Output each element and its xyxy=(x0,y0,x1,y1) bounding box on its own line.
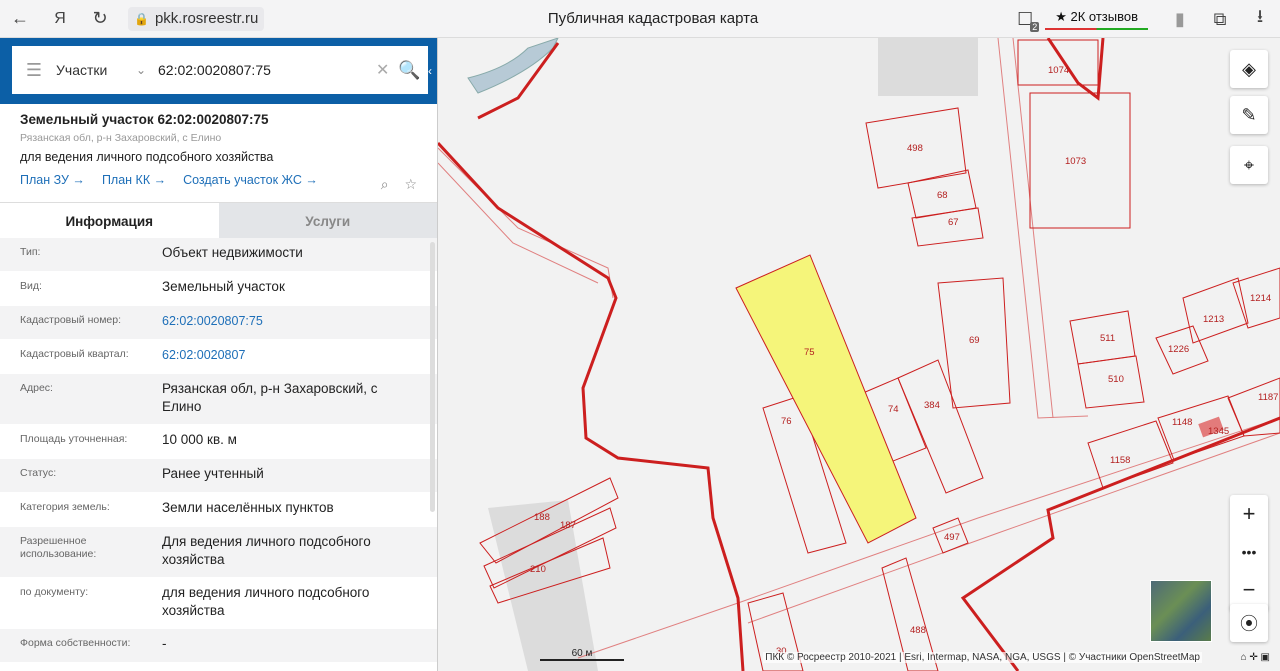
attribution-icons: ⌂ ✛ ▣ xyxy=(1240,652,1270,663)
river-shape xyxy=(467,38,559,94)
parcel-label: 1187 xyxy=(1258,392,1278,403)
property-row: по документу: для ведения личного подсобн… xyxy=(0,578,437,629)
layers-icon[interactable]: ◈ xyxy=(1230,50,1268,88)
compass-icon[interactable]: ⦿ xyxy=(1230,604,1268,642)
reviews-badge[interactable]: ★ 2К отзывов xyxy=(1045,8,1148,30)
extensions-icon[interactable]: ⧉ xyxy=(1200,0,1240,38)
star-icon[interactable]: ☆ xyxy=(404,176,417,192)
search-area: ☰ Участки ⌄ 62:02:0020807:75 ✕ 🔍 ‹ xyxy=(0,38,437,104)
bookmark-icon[interactable]: ▮ xyxy=(1160,0,1200,38)
back-arrow-icon[interactable]: ← xyxy=(0,0,40,38)
parcel-label: 75 xyxy=(804,347,815,358)
search-type-select[interactable]: Участки xyxy=(56,62,136,78)
basemap-switcher[interactable] xyxy=(1150,580,1212,642)
building-area xyxy=(878,38,978,96)
parcel-label: 497 xyxy=(944,532,960,543)
parcel-label: 488 xyxy=(910,625,926,636)
browser-toolbar: ← Я ↻ 🔒 pkk.rosreestr.ru Публичная кадас… xyxy=(0,0,1280,38)
zoom-to-object-icon[interactable]: ⌕ xyxy=(381,176,389,192)
object-links: План ЗУ → План КК → Создать участок ЖС → xyxy=(20,173,417,187)
collapse-panel-icon[interactable]: ‹ xyxy=(423,38,437,104)
hamburger-menu-icon[interactable]: ☰ xyxy=(12,60,56,81)
download-icon[interactable]: ⭳ xyxy=(1240,0,1280,38)
info-panel: ☰ Участки ⌄ 62:02:0020807:75 ✕ 🔍 ‹ Земел… xyxy=(0,38,438,671)
building-area xyxy=(488,500,598,671)
search-box: ☰ Участки ⌄ 62:02:0020807:75 ✕ 🔍 xyxy=(12,46,428,94)
lock-icon: 🔒 xyxy=(134,11,149,26)
parcel-label: 510 xyxy=(1108,374,1124,385)
plan-zu-link[interactable]: План ЗУ → xyxy=(20,173,85,187)
parcel-label: 68 xyxy=(937,190,948,201)
property-row: Форма собственности: - xyxy=(0,629,437,663)
parcel-label: 1158 xyxy=(1110,455,1130,466)
parcel-label: 1214 xyxy=(1250,293,1271,304)
property-row: Кадастровый номер: 62:02:0020807:75 xyxy=(0,306,437,340)
property-row: Тип: Объект недвижимости xyxy=(0,238,437,272)
property-row: Площадь уточненная: 10 000 кв. м xyxy=(0,425,437,459)
parcel-label: 1073 xyxy=(1065,156,1086,167)
parcel-label: 1148 xyxy=(1172,417,1192,428)
parcel-label: 1213 xyxy=(1203,314,1224,325)
more-options-icon[interactable]: ••• xyxy=(1230,533,1268,571)
ruler-icon[interactable]: ✎ xyxy=(1230,96,1268,134)
object-header: Земельный участок 62:02:0020807:75 Рязан… xyxy=(0,104,437,202)
parcel-label: 1226 xyxy=(1168,344,1189,355)
create-parcel-link[interactable]: Создать участок ЖС → xyxy=(183,173,318,187)
yandex-icon[interactable]: Я xyxy=(40,0,80,38)
property-row: Статус: Ранее учтенный xyxy=(0,459,437,493)
parcel-label: 76 xyxy=(781,416,792,427)
parcel-labels: 1074 498 68 67 1073 75 69 511 510 1213 1… xyxy=(530,65,1278,657)
clear-icon[interactable]: ✕ xyxy=(376,60,398,80)
parcel-outlines xyxy=(479,39,1280,671)
address-bar[interactable]: 🔒 pkk.rosreestr.ru xyxy=(128,6,265,31)
object-purpose: для ведения личного подсобного хозяйства xyxy=(20,150,274,164)
property-row: Вид: Земельный участок xyxy=(0,272,437,306)
parcel-label: 74 xyxy=(888,404,899,415)
parcel-label: 1345 xyxy=(1208,426,1229,437)
parcel-label: 498 xyxy=(907,143,923,154)
tabs-icon[interactable]: ☐ 2 xyxy=(1005,0,1045,38)
parcel-label: 67 xyxy=(948,217,959,228)
parcel-label: 384 xyxy=(924,400,940,411)
tab-services[interactable]: Услуги xyxy=(218,203,437,239)
zoom-in-button[interactable]: + xyxy=(1230,495,1268,533)
chevron-down-icon[interactable]: ⌄ xyxy=(136,63,158,77)
property-row: Кадастровый квартал: 62:02:0020807 xyxy=(0,340,437,374)
parcel-label: 1074 xyxy=(1048,65,1069,76)
property-row: Адрес: Рязанская обл, р-н Захаровский, с … xyxy=(0,374,437,425)
reload-icon[interactable]: ↻ xyxy=(80,0,120,38)
properties-list: Тип: Объект недвижимости Вид: Земельный уч… xyxy=(0,238,437,671)
search-input[interactable]: 62:02:0020807:75 xyxy=(158,62,376,78)
cadastral-map[interactable]: 1074 498 68 67 1073 75 69 511 510 1213 1… xyxy=(438,38,1280,671)
object-subtitle: Рязанская обл, р-н Захаровский, с Елино xyxy=(20,132,222,144)
map-scale: 60 м xyxy=(540,648,624,661)
parcel-label: 187 xyxy=(560,520,576,531)
parcel-label: 210 xyxy=(530,564,546,575)
panel-scrollbar[interactable] xyxy=(430,242,435,512)
cadastral-quarter-link[interactable]: 62:02:0020807 xyxy=(162,346,402,365)
object-title: Земельный участок 62:02:0020807:75 xyxy=(20,112,269,127)
map-attribution: ПКК © Росреестр 2010-2021 | Esri, Interm… xyxy=(763,652,1202,663)
parcel-label: 69 xyxy=(969,335,980,346)
parcel-label: 188 xyxy=(534,512,550,523)
locate-icon[interactable]: ⌖ xyxy=(1230,146,1268,184)
plan-kk-link[interactable]: План КК → xyxy=(102,173,166,187)
map-canvas[interactable]: 1074 498 68 67 1073 75 69 511 510 1213 1… xyxy=(438,38,1280,671)
property-row: Категория земель: Земли населённых пункто… xyxy=(0,493,437,527)
parcel-label: 511 xyxy=(1100,333,1115,344)
selected-parcel-75[interactable] xyxy=(735,254,917,544)
property-row: Разрешенное использование: Для ведения ли… xyxy=(0,527,437,578)
url-text: pkk.rosreestr.ru xyxy=(154,10,259,27)
tab-information[interactable]: Информация xyxy=(0,203,219,239)
info-tabs: Информация Услуги xyxy=(0,202,437,239)
zoom-control: + ••• − xyxy=(1230,495,1268,611)
cadastral-number-link[interactable]: 62:02:0020807:75 xyxy=(162,312,402,331)
